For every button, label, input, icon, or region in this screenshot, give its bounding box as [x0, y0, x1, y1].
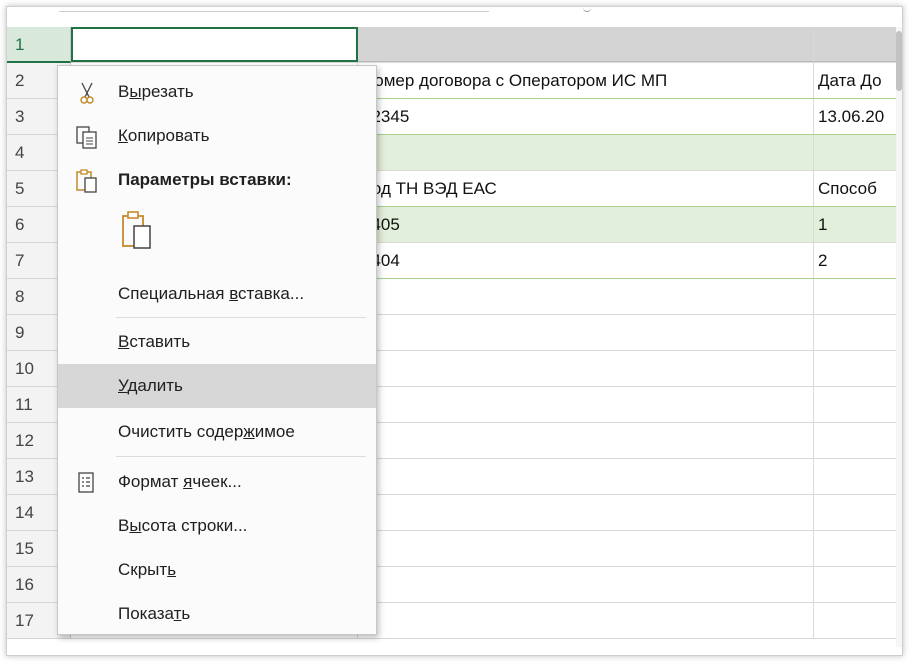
cell-c[interactable] [358, 603, 814, 638]
cell-c[interactable] [358, 279, 814, 314]
cell-d[interactable] [814, 459, 902, 494]
cell-c[interactable] [358, 495, 814, 530]
cell-d[interactable] [814, 315, 902, 350]
menu-label-unhide: Показать [118, 604, 191, 623]
cell-c[interactable] [358, 135, 814, 170]
paste-options-label: Параметры вставки: [118, 170, 292, 189]
cell-c[interactable] [358, 315, 814, 350]
cell-d[interactable]: Дата До [814, 63, 902, 98]
cell-d[interactable]: 13.06.20 [814, 99, 902, 134]
menu-header-paste-options: Параметры вставки: [58, 158, 376, 202]
cell-c[interactable] [358, 459, 814, 494]
menu-label-delete: Удалить [118, 376, 183, 395]
cell-d[interactable] [814, 387, 902, 422]
cell-c[interactable] [358, 567, 814, 602]
menu-item-insert[interactable]: Вставить [58, 320, 376, 364]
menu-separator [116, 456, 366, 457]
scroll-marker [583, 7, 591, 12]
menu-item-delete[interactable]: Удалить [58, 364, 376, 408]
copy-icon [74, 124, 100, 150]
menu-item-unhide[interactable]: Показать [58, 592, 376, 636]
cell-b[interactable] [71, 27, 358, 62]
tab-edge [59, 7, 489, 12]
menu-label-hide: Скрыть [118, 560, 177, 579]
context-menu: Вырезать Копировать Параметры вставки: С… [57, 65, 377, 635]
cell-c[interactable] [358, 423, 814, 458]
vertical-scrollbar[interactable] [896, 27, 902, 647]
cell-c[interactable] [358, 531, 814, 566]
cell-c[interactable] [358, 27, 814, 62]
menu-label-copy: Копировать [118, 126, 210, 145]
menu-item-copy[interactable]: Копировать [58, 114, 376, 158]
menu-label-row-height: Высота строки... [118, 516, 248, 535]
menu-label-format-cells: Формат ячеек... [118, 472, 242, 491]
scissors-icon [74, 80, 100, 106]
menu-item-format-cells[interactable]: Формат ячеек... [58, 460, 376, 504]
clipboard-icon [74, 168, 100, 194]
cell-c[interactable] [358, 387, 814, 422]
cell-d[interactable] [814, 423, 902, 458]
cell-c[interactable]: 6405 [358, 207, 814, 242]
menu-item-row-height[interactable]: Высота строки... [58, 504, 376, 548]
cell-d[interactable] [814, 27, 902, 62]
cell-d[interactable] [814, 351, 902, 386]
cell-d[interactable] [814, 603, 902, 638]
spreadsheet-window: 1 2 Номер договора с Оператором ИС МП Дата … [6, 6, 903, 656]
menu-item-cut[interactable]: Вырезать [58, 70, 376, 114]
scrollbar-thumb[interactable] [896, 31, 902, 91]
row-header[interactable]: 1 [7, 27, 71, 63]
menu-item-paste-special[interactable]: Специальная вставка... [58, 272, 376, 316]
formula-bar-remnant [7, 7, 902, 27]
cell-c[interactable]: Номер договора с Оператором ИС МП [358, 63, 814, 98]
menu-label-clear-contents: Очистить содержимое [118, 422, 295, 441]
cell-c[interactable] [358, 351, 814, 386]
cell-c[interactable]: 12345 [358, 99, 814, 134]
cell-c[interactable]: Код ТН ВЭД ЕАС [358, 171, 814, 206]
menu-item-clear-contents[interactable]: Очистить содержимое [58, 410, 376, 454]
menu-label-cut: Вырезать [118, 82, 194, 101]
menu-separator [116, 317, 366, 318]
paste-option-keep-source[interactable] [58, 202, 376, 260]
cell-d[interactable] [814, 495, 902, 530]
cell-d[interactable]: 2 [814, 243, 902, 278]
cell-d[interactable] [814, 567, 902, 602]
menu-item-hide[interactable]: Скрыть [58, 548, 376, 592]
menu-label-paste-special: Специальная вставка... [118, 284, 305, 303]
cell-d[interactable]: 1 [814, 207, 902, 242]
format-cells-icon [74, 470, 100, 496]
cell-d[interactable] [814, 279, 902, 314]
table-row [71, 27, 902, 63]
cell-d[interactable] [814, 135, 902, 170]
cell-d[interactable] [814, 531, 902, 566]
menu-label-insert: Вставить [118, 332, 191, 351]
cell-c[interactable]: 6404 [358, 243, 814, 278]
cell-d[interactable]: Способ [814, 171, 902, 206]
paste-clipboard-icon [120, 210, 154, 250]
